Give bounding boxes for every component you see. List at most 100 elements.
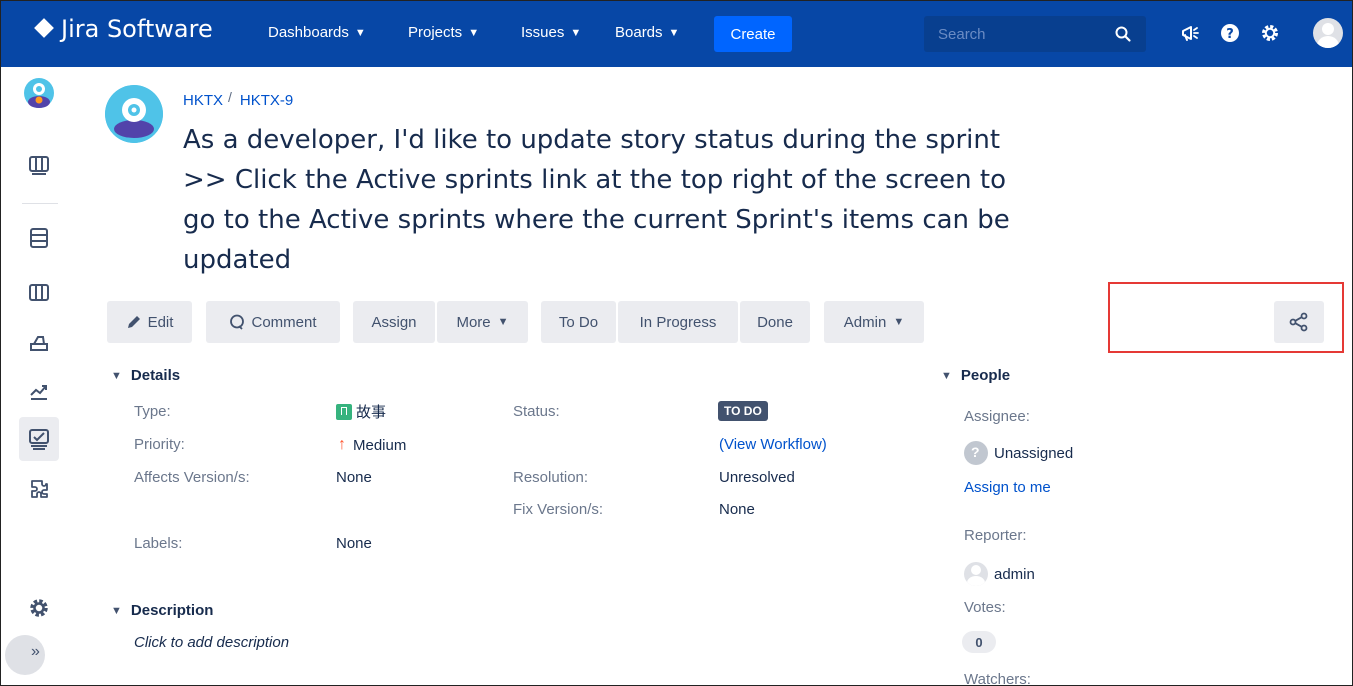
view-workflow-link[interactable]: (View Workflow) [719,436,827,453]
search-input[interactable]: Search [924,16,1146,52]
comment-button[interactable]: Comment [206,301,340,343]
reports-icon[interactable] [28,380,50,402]
reporter-label: Reporter: [964,527,1027,544]
assign-to-me-link[interactable]: Assign to me [964,479,1051,496]
assignee-value: ? Unassigned [964,441,1073,465]
annotation-highlight-box [1108,282,1344,353]
nav-boards-label: Boards [615,24,663,41]
status-value: TO DO [718,401,768,421]
summary-line: updated [183,245,292,275]
issues-icon[interactable] [28,428,50,450]
comment-label: Comment [251,313,317,331]
help-icon[interactable]: ? [1219,22,1241,44]
expand-sidebar-button[interactable]: » [5,635,45,675]
status-label: Status: [513,403,560,420]
chevron-down-icon: ▼ [111,604,122,617]
create-button[interactable]: Create [714,16,792,52]
priority-value-text: Medium [353,436,407,454]
votes-label: Votes: [964,599,1006,616]
more-button[interactable]: More ▼ [437,301,528,343]
breadcrumb-project-link[interactable]: HKTX [183,92,223,109]
watchers-label: Watchers: [964,671,1031,686]
chevron-down-icon: ▼ [468,26,480,39]
chevron-down-icon: ▼ [497,316,509,328]
sidebar-divider [22,203,58,204]
active-sprints-icon[interactable] [28,282,50,304]
search-icon[interactable] [1114,25,1132,43]
chevron-down-icon: ▼ [893,316,905,328]
nav-dashboards-label: Dashboards [268,24,349,41]
nav-dashboards[interactable]: Dashboards ▼ [268,24,366,41]
assignee-value-text: Unassigned [994,444,1074,462]
nav-projects[interactable]: Projects ▼ [408,24,479,41]
done-label: Done [757,313,793,331]
resolution-value: Unresolved [719,469,795,486]
admin-button[interactable]: Admin ▼ [824,301,924,343]
affects-versions-value: None [336,469,372,486]
to-do-transition-button[interactable]: To Do [541,301,616,343]
backlog-icon[interactable] [28,227,50,249]
description-placeholder[interactable]: Click to add description [134,634,289,651]
resolution-label: Resolution: [513,469,589,486]
comment-icon [230,314,245,330]
story-icon [336,403,352,420]
people-section-toggle[interactable]: ▼ People [941,367,1010,384]
project-avatar [105,85,163,143]
votes-count-badge[interactable]: 0 [962,631,996,653]
chevron-down-icon: ▼ [941,369,952,382]
chevron-down-icon: ▼ [668,26,680,39]
status-lozenge: TO DO [718,401,768,421]
search-placeholder: Search [938,26,986,43]
admin-label: Admin [843,313,887,331]
edit-label: Edit [147,313,174,331]
project-settings-icon[interactable] [28,597,50,619]
nav-issues[interactable]: Issues ▼ [521,24,581,41]
logo-text: Jira Software [61,15,213,43]
assign-button[interactable]: Assign [353,301,435,343]
fix-versions-label: Fix Version/s: [513,501,604,518]
nav-boards[interactable]: Boards ▼ [615,24,679,41]
jira-diamond-icon [35,19,55,39]
people-heading: People [960,367,1011,384]
releases-icon[interactable] [28,332,50,354]
issue-summary[interactable]: As a developer, I'd like to update story… [183,120,1063,280]
top-navigation: Jira Software Dashboards ▼ Projects ▼ Issu… [1,1,1352,67]
fix-versions-value: None [719,501,755,518]
double-chevron-right-icon: » [31,643,40,660]
summary-line: As a developer, I'd like to update story… [183,125,1001,155]
chevron-down-icon: ▼ [354,26,366,39]
breadcrumb-separator: / [228,88,232,105]
summary-line: >> Click the Active sprints link at the … [183,165,1006,195]
pencil-icon [127,316,140,328]
assign-label: Assign [371,313,417,331]
settings-icon[interactable] [1259,22,1281,44]
labels-value: None [336,535,372,552]
svg-text:?: ? [1226,27,1234,42]
to-do-label: To Do [558,313,599,331]
description-section-toggle[interactable]: ▼ Description [111,602,213,619]
details-heading: Details [130,367,181,384]
board-icon[interactable] [28,154,50,176]
in-progress-transition-button[interactable]: In Progress [618,301,738,343]
summary-line: go to the Active sprints where the curre… [183,205,1010,235]
details-section-toggle[interactable]: ▼ Details [111,367,180,384]
done-transition-button[interactable]: Done [740,301,810,343]
reporter-avatar [964,562,988,586]
jira-issue-page: Jira Software Dashboards ▼ Projects ▼ Issu… [0,0,1353,686]
affects-versions-label: Affects Version/s: [134,469,250,486]
project-avatar-icon[interactable] [24,78,54,108]
nav-issues-label: Issues [521,24,565,41]
type-value: 故事 [336,401,386,422]
type-value-text: 故事 [356,404,387,421]
unassigned-avatar-icon: ? [964,441,988,465]
breadcrumb-issue-key-link[interactable]: HKTX-9 [240,92,293,109]
description-heading: Description [130,602,214,619]
edit-button[interactable]: Edit [107,301,192,343]
megaphone-icon[interactable] [1179,22,1201,44]
assignee-label: Assignee: [964,408,1030,425]
user-avatar[interactable] [1313,18,1343,48]
jira-logo[interactable]: Jira Software [35,15,213,43]
components-icon[interactable] [28,478,50,500]
chevron-down-icon: ▼ [570,26,582,39]
priority-label: Priority: [134,436,185,453]
